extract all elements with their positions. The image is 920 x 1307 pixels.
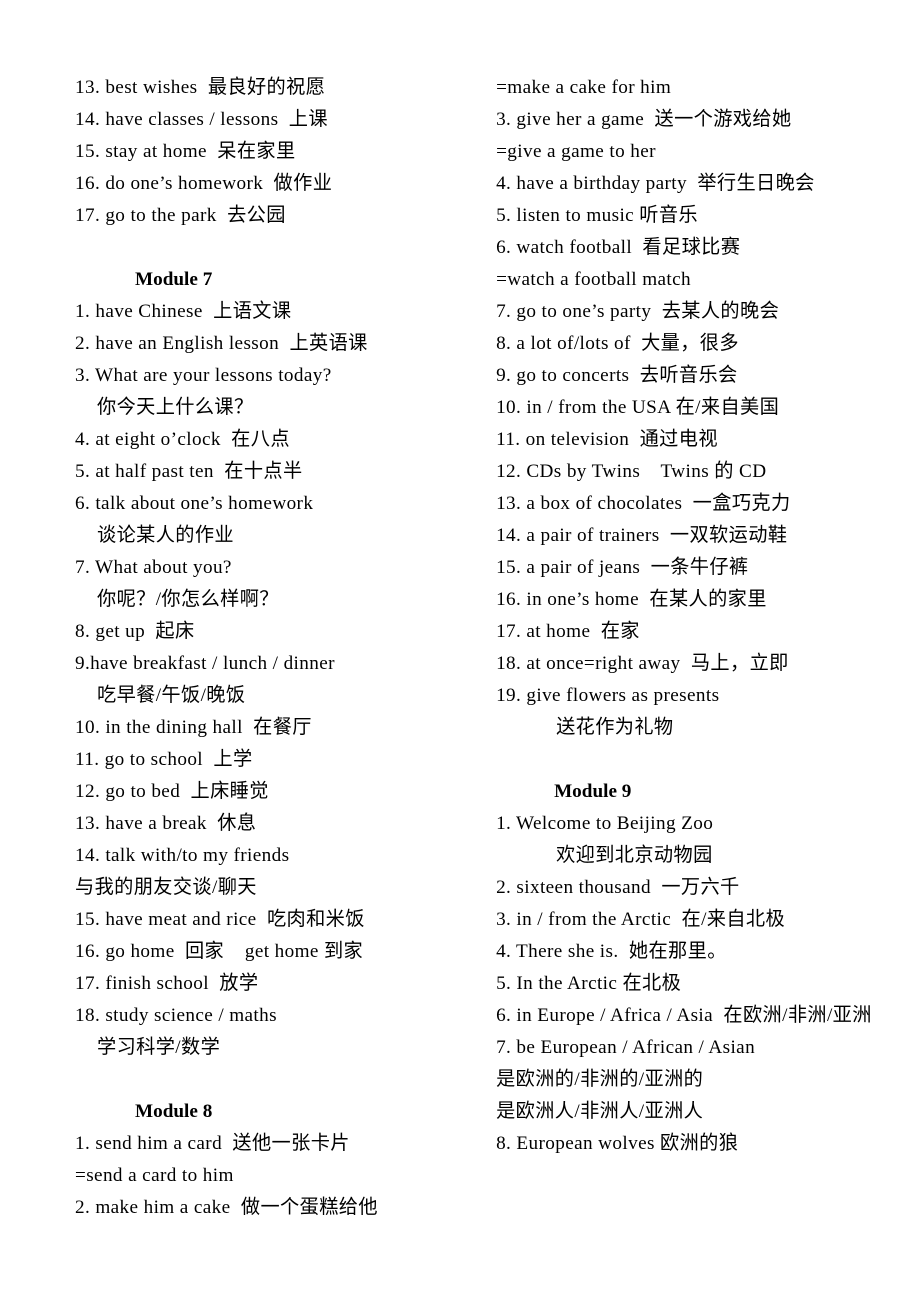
vocabulary-entry: 9.have breakfast / lunch / dinner xyxy=(75,653,335,674)
vocabulary-entry: 3. give her a game 送一个游戏给她 xyxy=(496,109,792,130)
vocabulary-continuation-line: 送花作为礼物 xyxy=(556,717,674,738)
vocabulary-entry: 6. in Europe / Africa / Asia 在欧洲/非洲/亚洲 xyxy=(496,1005,872,1026)
vocabulary-entry: 12. go to bed 上床睡觉 xyxy=(75,781,269,802)
vocabulary-entry: 14. have classes / lessons 上课 xyxy=(75,109,328,130)
vocabulary-entry: 5. at half past ten 在十点半 xyxy=(75,461,303,482)
vocabulary-entry: 4. at eight o’clock 在八点 xyxy=(75,429,290,450)
vocabulary-entry: 18. study science / maths xyxy=(75,1005,277,1026)
vocabulary-entry: 1. send him a card 送他一张卡片 xyxy=(75,1133,350,1154)
vocabulary-entry: 17. finish school 放学 xyxy=(75,973,259,994)
vocabulary-entry: 6. talk about one’s homework xyxy=(75,493,314,514)
vocabulary-continuation-line: =watch a football match xyxy=(496,269,691,290)
vocabulary-continuation-line: 与我的朋友交谈/聊天 xyxy=(75,877,257,898)
vocabulary-entry: 10. in the dining hall 在餐厅 xyxy=(75,717,312,738)
vocabulary-entry: 5. In the Arctic 在北极 xyxy=(496,973,682,994)
vocabulary-entry: 5. listen to music 听音乐 xyxy=(496,205,698,226)
vocabulary-continuation-line: =send a card to him xyxy=(75,1165,234,1186)
two-column-layout: 13. best wishes 最良好的祝愿 14. have classes /… xyxy=(75,72,880,1224)
vocabulary-entry: 15. have meat and rice 吃肉和米饭 xyxy=(75,909,365,930)
module-heading: Module 7 xyxy=(135,269,213,290)
vocabulary-entry: 17. go to the park 去公园 xyxy=(75,205,286,226)
vertical-spacer xyxy=(75,232,451,264)
vocabulary-entry: 16. do one’s homework 做作业 xyxy=(75,173,333,194)
vocabulary-continuation-line: 是欧洲人/非洲人/亚洲人 xyxy=(496,1101,704,1122)
vocabulary-entry: 13. a box of chocolates 一盒巧克力 xyxy=(496,493,791,514)
vocabulary-entry: 18. at once=right away 马上，立即 xyxy=(496,653,789,674)
vocabulary-entry: 7. go to one’s party 去某人的晚会 xyxy=(496,301,780,322)
vocabulary-entry: 3. What are your lessons today? xyxy=(75,365,332,386)
vocabulary-entry: 4. have a birthday party 举行生日晚会 xyxy=(496,173,815,194)
vocabulary-continuation-line: 吃早餐/午饭/晚饭 xyxy=(97,685,246,706)
vocabulary-entry: 11. go to school 上学 xyxy=(75,749,253,770)
vocabulary-entry: 14. a pair of trainers 一双软运动鞋 xyxy=(496,525,788,546)
right-text-column: =make a cake for him 3. give her a game 送… xyxy=(496,72,880,1160)
vocabulary-entry: 4. There she is. 她在那里。 xyxy=(496,941,727,962)
vocabulary-entry: 6. watch football 看足球比赛 xyxy=(496,237,741,258)
vocabulary-entry: 10. in / from the USA 在/来自美国 xyxy=(496,397,780,418)
vocabulary-entry: 16. in one’s home 在某人的家里 xyxy=(496,589,767,610)
vertical-spacer xyxy=(75,1064,451,1096)
module-heading: Module 9 xyxy=(554,781,632,802)
vocabulary-entry: 7. What about you? xyxy=(75,557,232,578)
vocabulary-continuation-line: 你今天上什么课？ xyxy=(97,397,254,418)
vocabulary-entry: 15. a pair of jeans 一条牛仔裤 xyxy=(496,557,749,578)
document-page: 13. best wishes 最良好的祝愿 14. have classes /… xyxy=(0,0,920,1307)
vocabulary-entry: 12. CDs by Twins Twins 的 CD xyxy=(496,461,767,482)
vocabulary-continuation-line: 谈论某人的作业 xyxy=(97,525,235,546)
vocabulary-entry: 11. on television 通过电视 xyxy=(496,429,718,450)
vocabulary-continuation-line: =give a game to her xyxy=(496,141,656,162)
vocabulary-entry: 3. in / from the Arctic 在/来自北极 xyxy=(496,909,786,930)
vocabulary-entry: 13. best wishes 最良好的祝愿 xyxy=(75,77,326,98)
vocabulary-entry: 1. Welcome to Beijing Zoo xyxy=(496,813,714,834)
vocabulary-entry: 8. get up 起床 xyxy=(75,621,195,642)
vocabulary-entry: 7. be European / African / Asian xyxy=(496,1037,756,1058)
vocabulary-entry: 17. at home 在家 xyxy=(496,621,640,642)
vocabulary-entry: 8. European wolves 欧洲的狼 xyxy=(496,1133,739,1154)
vocabulary-entry: 2. sixteen thousand 一万六千 xyxy=(496,877,740,898)
vocabulary-continuation-line: 学习科学/数学 xyxy=(97,1037,221,1058)
vocabulary-continuation-line: 是欧洲的/非洲的/亚洲的 xyxy=(496,1069,704,1090)
vocabulary-entry: 15. stay at home 呆在家里 xyxy=(75,141,296,162)
vocabulary-entry: 9. go to concerts 去听音乐会 xyxy=(496,365,738,386)
vocabulary-entry: 14. talk with/to my friends xyxy=(75,845,290,866)
vocabulary-entry: 1. have Chinese 上语文课 xyxy=(75,301,292,322)
left-text-column: 13. best wishes 最良好的祝愿 14. have classes /… xyxy=(75,72,459,1224)
vocabulary-entry: 2. have an English lesson 上英语课 xyxy=(75,333,368,354)
vocabulary-continuation-line: 欢迎到北京动物园 xyxy=(556,845,713,866)
vocabulary-entry: 16. go home 回家 get home 到家 xyxy=(75,941,364,962)
vocabulary-continuation-line: 你呢？/你怎么样啊？ xyxy=(97,589,279,610)
vocabulary-entry: 19. give flowers as presents xyxy=(496,685,720,706)
vertical-spacer xyxy=(496,744,880,776)
vocabulary-continuation-line: =make a cake for him xyxy=(496,77,672,98)
module-heading: Module 8 xyxy=(135,1101,213,1122)
vocabulary-entry: 2. make him a cake 做一个蛋糕给他 xyxy=(75,1197,378,1218)
vocabulary-entry: 13. have a break 休息 xyxy=(75,813,257,834)
vocabulary-entry: 8. a lot of/lots of 大量，很多 xyxy=(496,333,739,354)
